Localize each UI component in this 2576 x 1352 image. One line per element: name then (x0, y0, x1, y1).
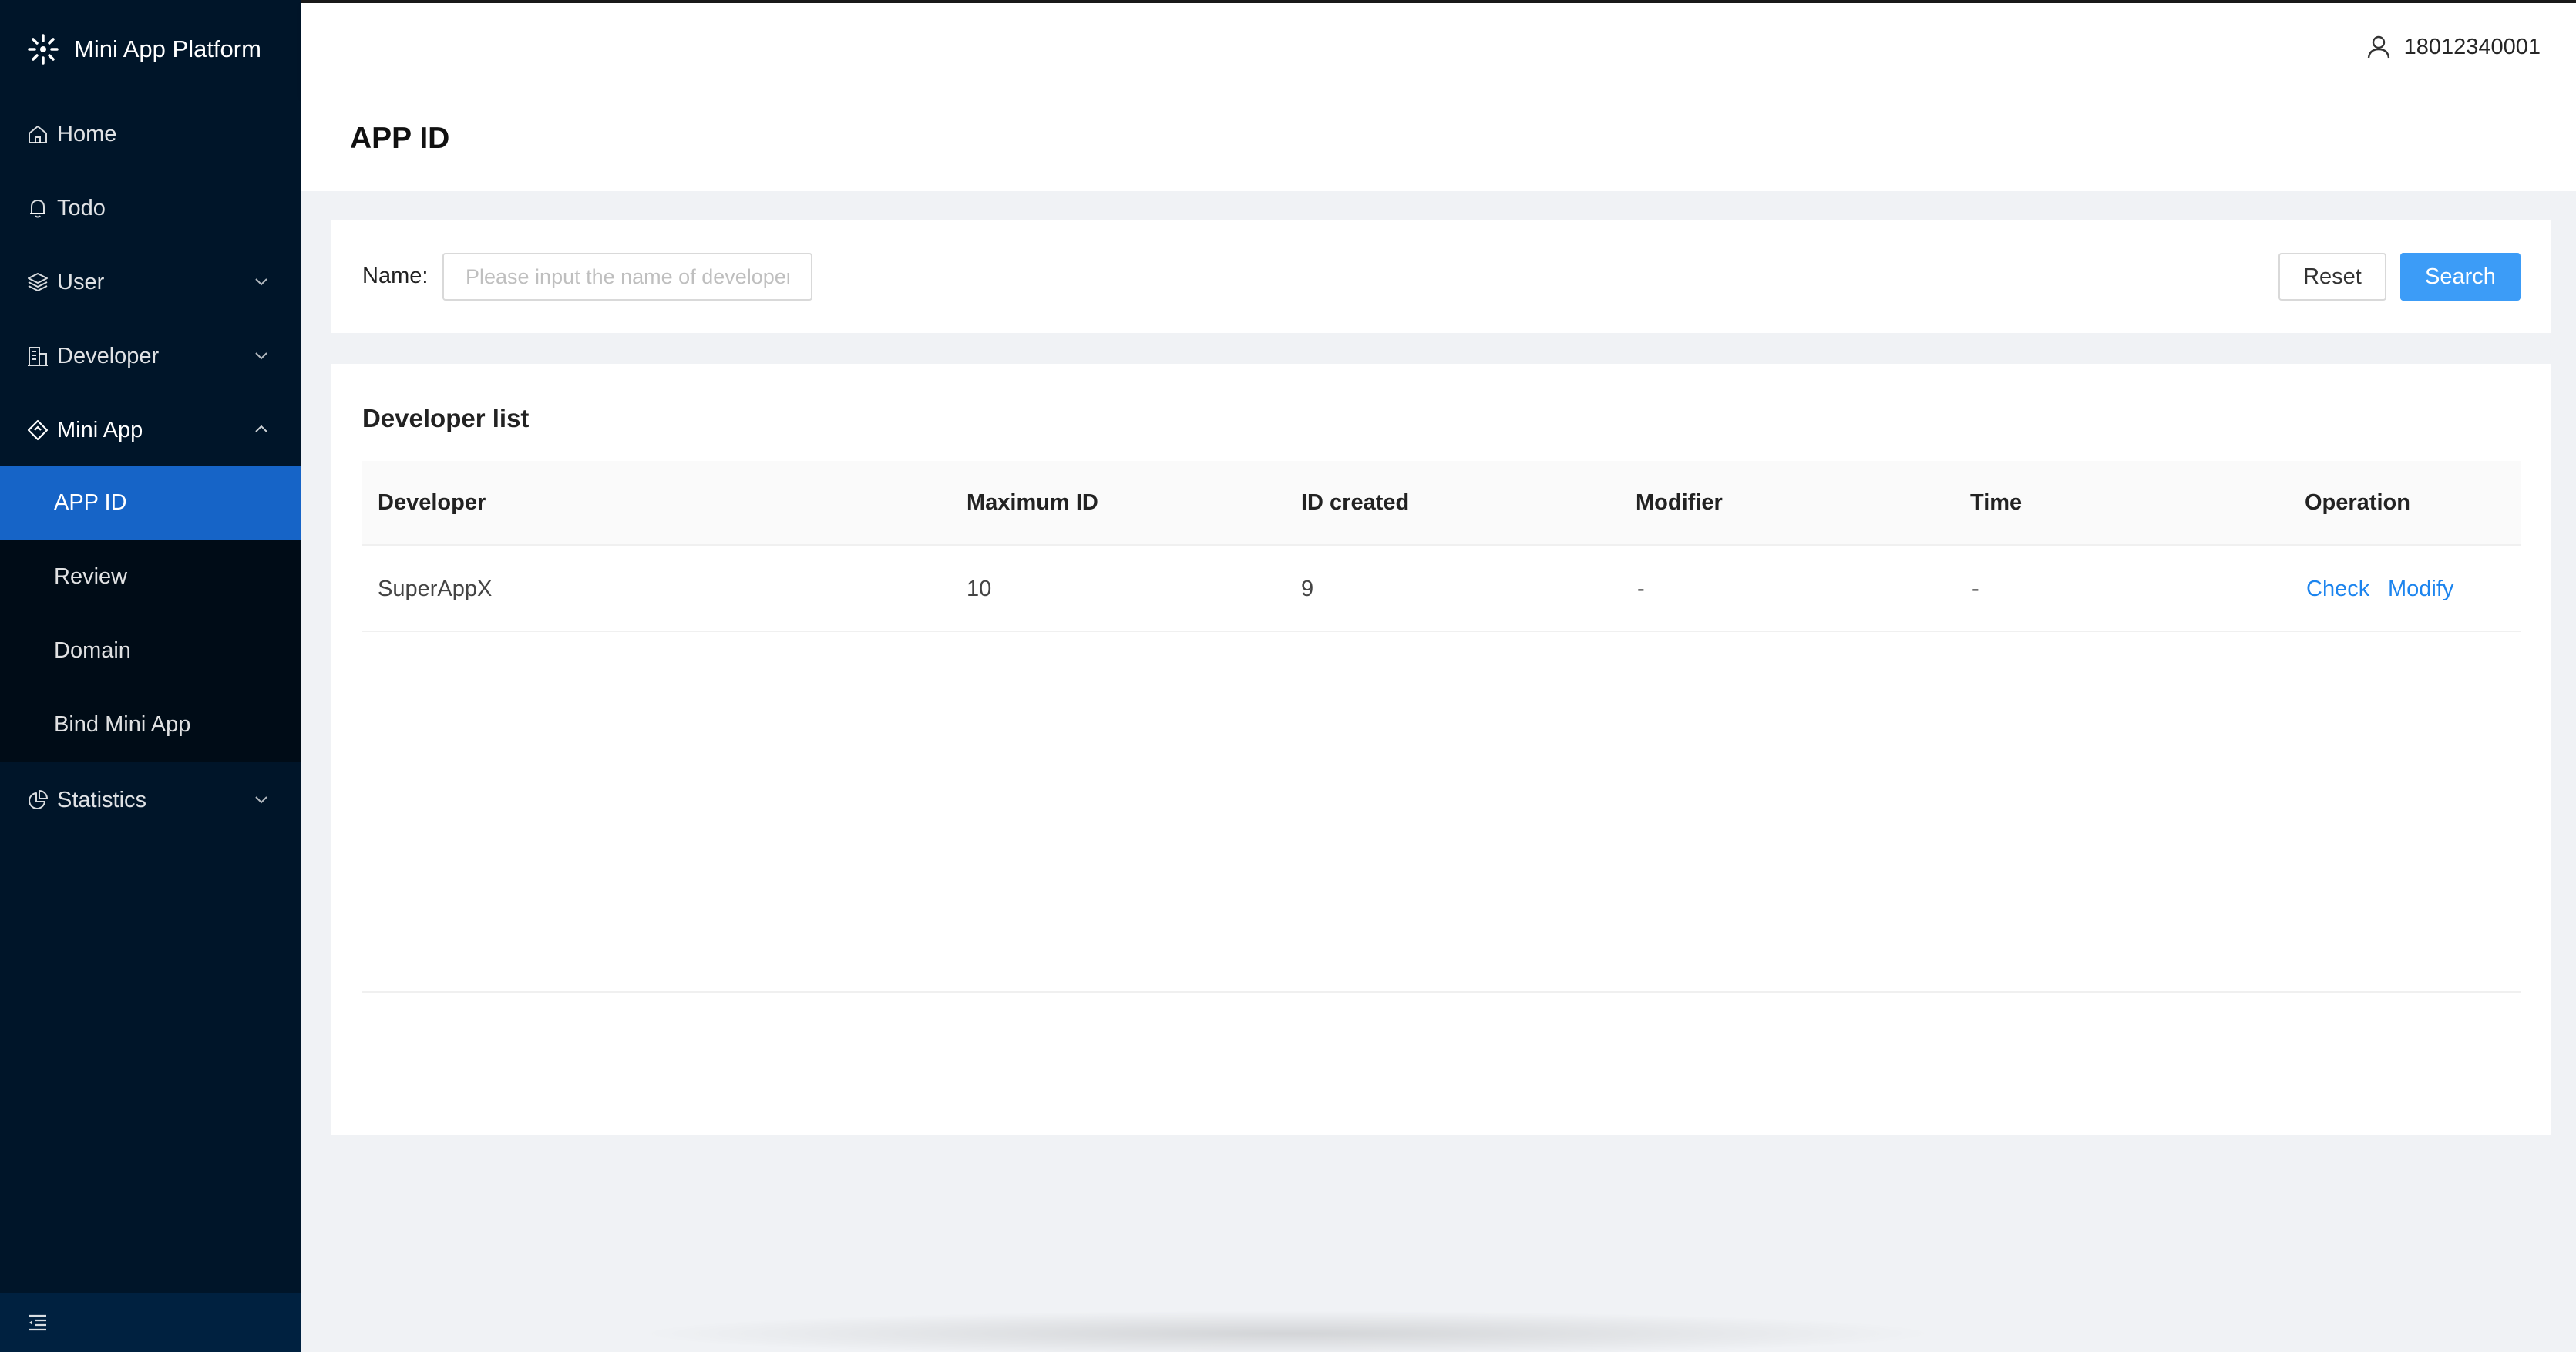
user-icon (2367, 35, 2389, 59)
bell-icon (30, 200, 45, 218)
app-name: Mini App Platform (74, 35, 261, 62)
modify-link[interactable]: Modify (2388, 577, 2453, 602)
name-label: Name: (362, 264, 429, 288)
list-title: Developer list (362, 404, 530, 432)
sidebar-item-statistics[interactable]: Statistics (0, 763, 301, 837)
chevron-down-icon (255, 352, 267, 360)
sidebar-item-label: Bind Mini App (54, 711, 191, 737)
sidebar-item-label: Review (54, 563, 128, 589)
sidebar-item-user[interactable]: User (0, 245, 301, 319)
column-header-maximum-id: Maximum ID (967, 490, 1098, 515)
column-header-modifier: Modifier (1636, 490, 1723, 515)
diamond-icon (27, 419, 49, 441)
sidebar-item-bind-mini-app[interactable]: Bind Mini App (0, 688, 301, 762)
developer-list-panel: Developer list Developer Maximum ID ID c… (331, 364, 2551, 1135)
sidebar-item-label: Mini App (57, 417, 143, 442)
sidebar-item-label: Home (57, 121, 117, 146)
sidebar: Mini App Platform Home Todo User Develop… (0, 0, 301, 1352)
sidebar-item-mini-app[interactable]: Mini App (0, 393, 301, 467)
sidebar-item-label: Statistics (57, 787, 147, 812)
logo-icon (28, 34, 59, 65)
column-header-developer: Developer (378, 490, 486, 515)
menu-fold-icon (29, 1314, 46, 1331)
sidebar-item-label: APP ID (54, 489, 127, 515)
sidebar-item-label: Todo (57, 195, 106, 220)
check-link[interactable]: Check (2306, 577, 2369, 602)
divider (362, 991, 2521, 993)
user-menu[interactable]: 18012340001 (2366, 34, 2541, 60)
column-header-operation: Operation (2305, 490, 2410, 515)
search-button[interactable]: Search (2400, 253, 2521, 301)
chevron-down-icon (255, 796, 267, 804)
sidebar-item-developer[interactable]: Developer (0, 319, 301, 393)
sidebar-item-label: User (57, 269, 105, 294)
page-title: APP ID (350, 122, 450, 155)
chevron-up-icon (255, 425, 267, 432)
cell-maximum-id: 10 (967, 577, 992, 601)
reset-button[interactable]: Reset (2278, 253, 2386, 301)
top-header: 18012340001 (301, 3, 2576, 97)
page-header: APP ID (301, 97, 2576, 191)
cell-id-created: 9 (1301, 577, 1314, 601)
sidebar-item-app-id[interactable]: APP ID (0, 466, 301, 540)
app-window: Mini App Platform Home Todo User Develop… (0, 0, 2576, 1352)
sidebar-item-todo[interactable]: Todo (0, 171, 301, 245)
dock-shadow (632, 1310, 1942, 1352)
layers-icon (28, 273, 48, 291)
home-icon (29, 126, 47, 143)
sidebar-item-label: Domain (54, 637, 131, 663)
sidebar-item-label: Developer (57, 343, 160, 368)
cell-developer: SuperAppX (378, 577, 493, 601)
table-header: Developer Maximum ID ID created Modifier… (362, 461, 2521, 546)
table-row: SuperAppX 10 9 - - Check Modify (362, 546, 2521, 632)
building-icon (28, 347, 48, 366)
search-panel: Name: Reset Search (331, 220, 2551, 333)
user-phone: 18012340001 (2403, 34, 2541, 59)
app-logo[interactable]: Mini App Platform (25, 28, 261, 71)
developer-name-input[interactable] (442, 253, 812, 301)
sidebar-item-review[interactable]: Review (0, 540, 301, 614)
chevron-down-icon (255, 278, 267, 286)
sidebar-item-home[interactable]: Home (0, 97, 301, 171)
sidebar-collapse-button[interactable] (0, 1293, 301, 1352)
cell-time: - (1972, 577, 1979, 601)
sidebar-item-domain[interactable]: Domain (0, 614, 301, 688)
column-header-time: Time (1970, 490, 2023, 515)
cell-modifier: - (1637, 577, 1645, 601)
pie-chart-icon (29, 790, 48, 809)
column-header-id-created: ID created (1301, 490, 1410, 515)
